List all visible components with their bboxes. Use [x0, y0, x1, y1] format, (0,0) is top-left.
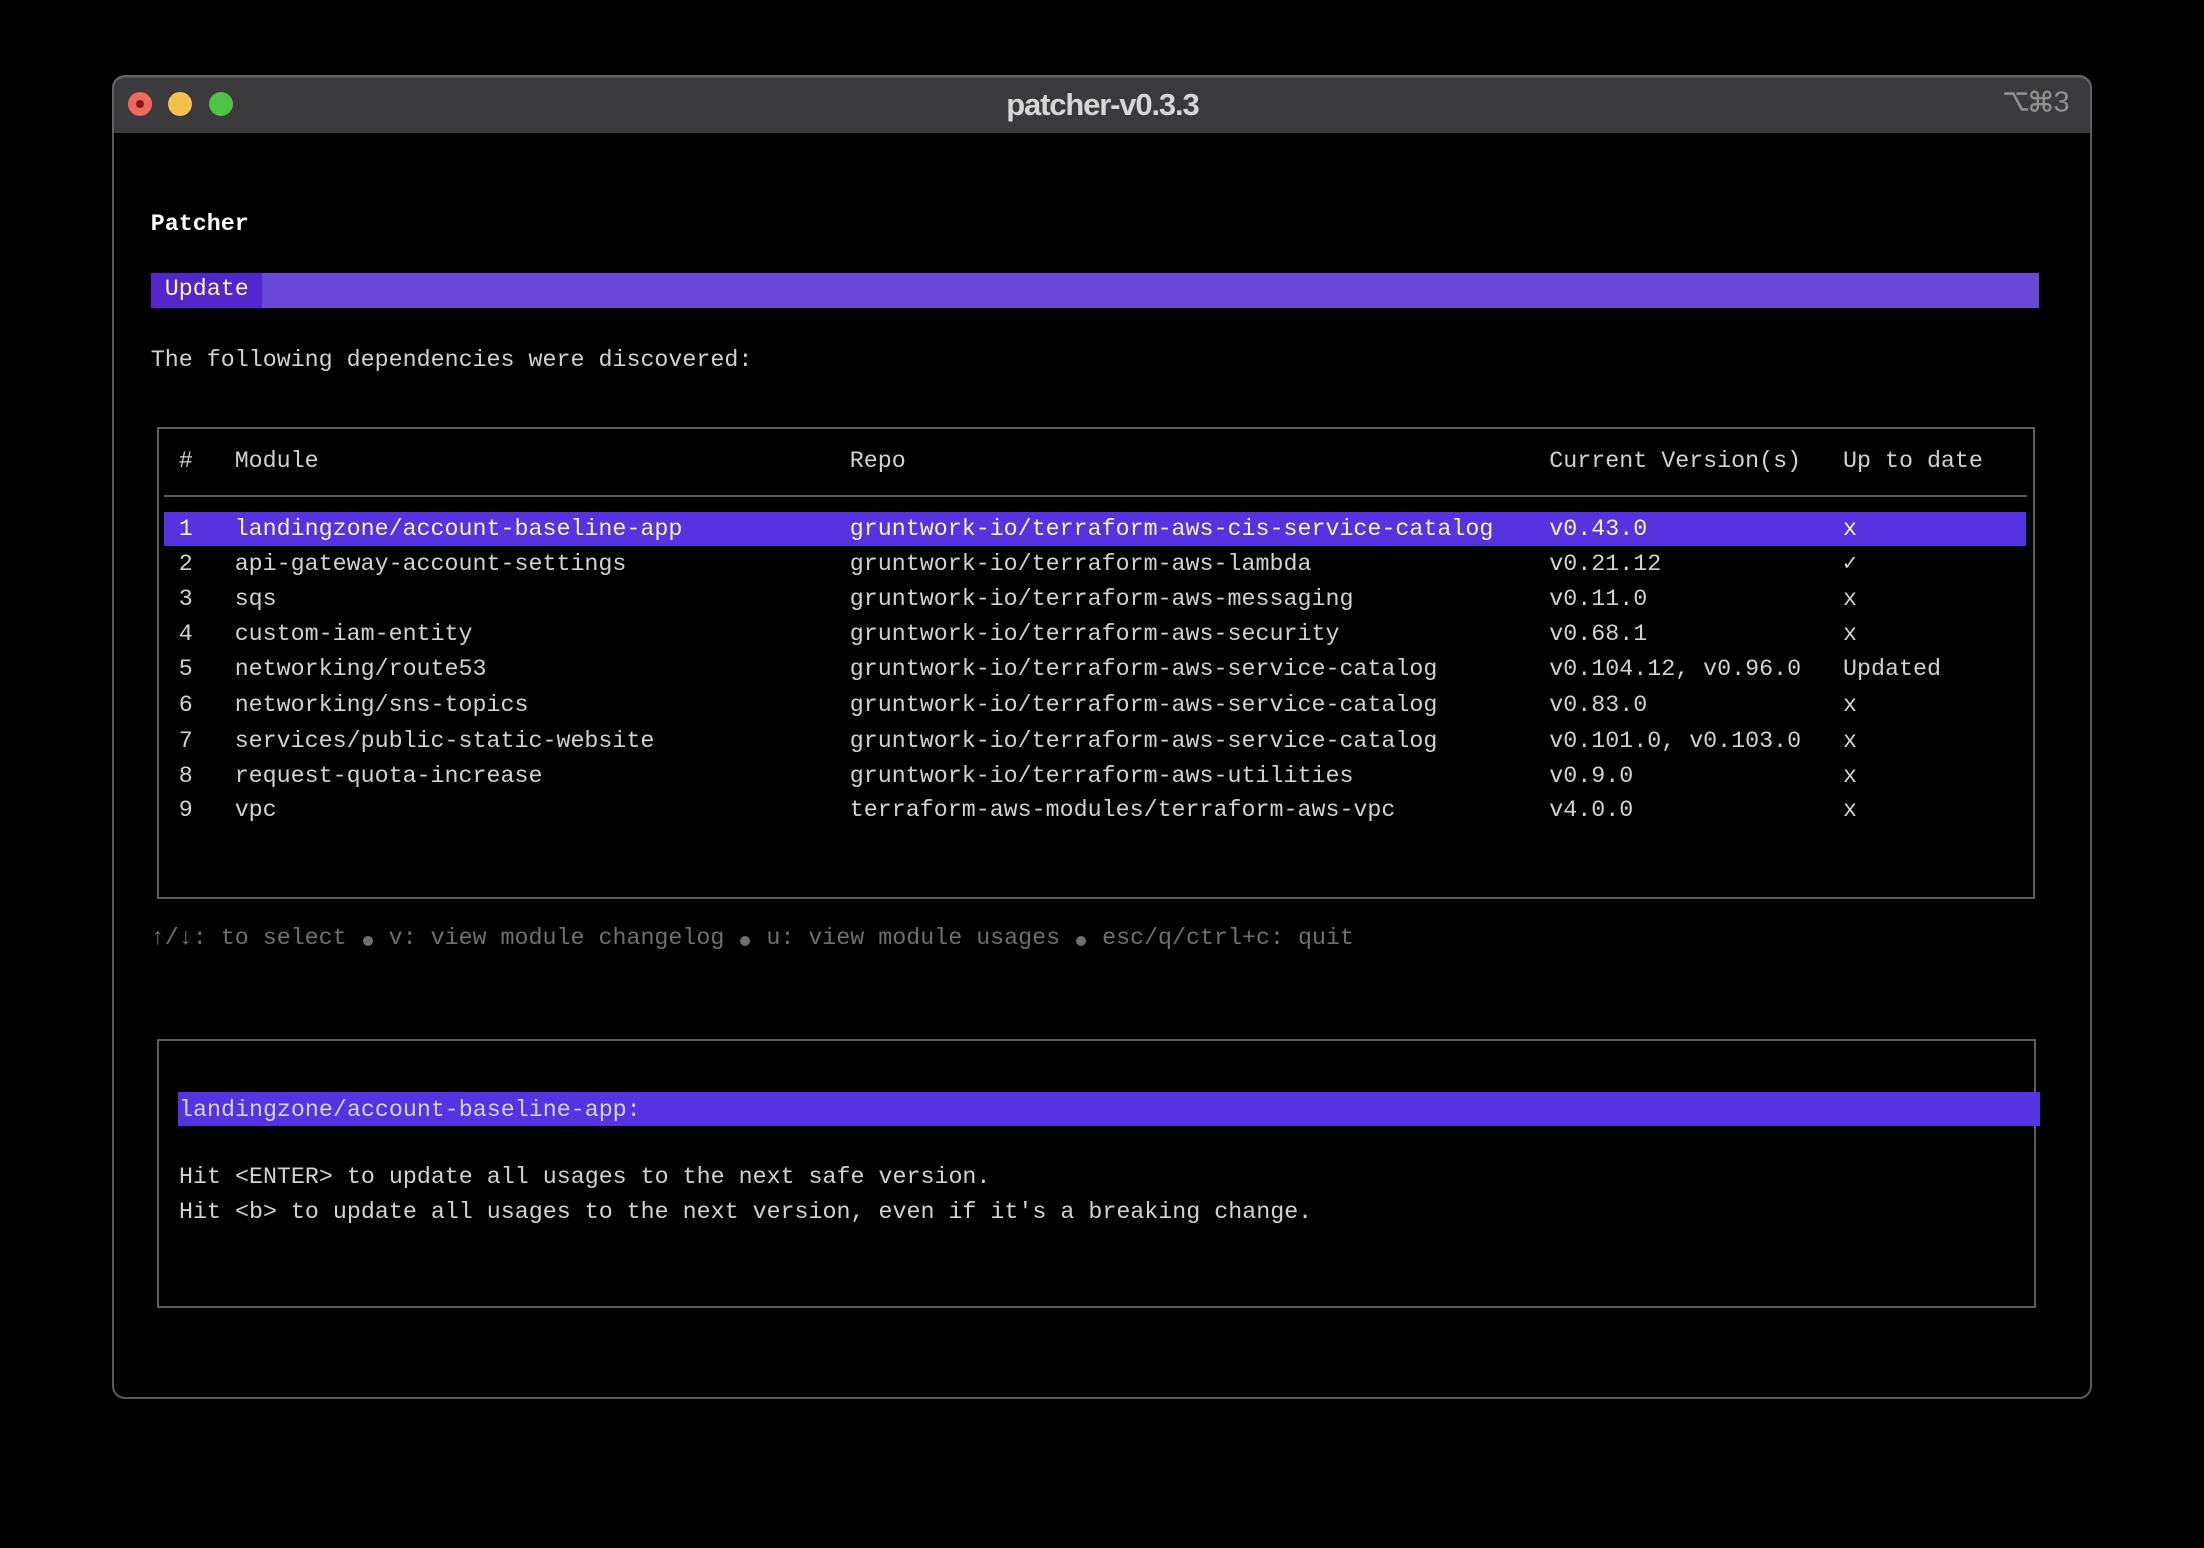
- svg-text:3: 3: [2053, 89, 2068, 113]
